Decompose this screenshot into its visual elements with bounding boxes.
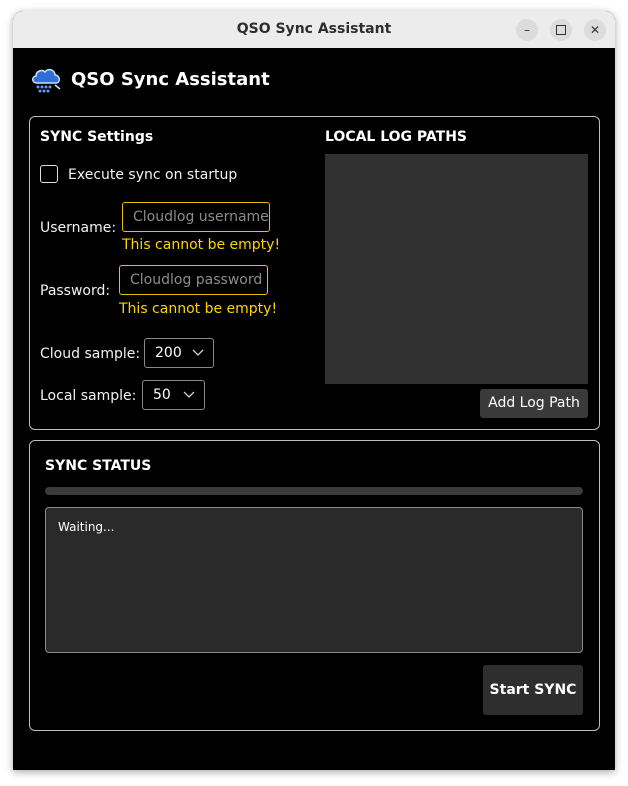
cloud-sync-icon — [32, 68, 61, 93]
username-label: Username: — [40, 220, 117, 236]
cloud-sample-select[interactable]: 200 — [144, 338, 214, 368]
log-paths-list[interactable] — [325, 154, 588, 384]
minimize-icon: – — [524, 23, 530, 37]
sync-status-panel: SYNC STATUS Waiting... Start SYNC — [29, 440, 600, 731]
username-input[interactable]: Cloudlog username — [122, 202, 270, 232]
startup-checkbox-label: Execute sync on startup — [68, 167, 238, 183]
cloud-sample-label: Cloud sample: — [40, 346, 141, 362]
startup-checkbox[interactable] — [40, 165, 58, 183]
sync-status-title: SYNC STATUS — [45, 458, 152, 474]
chevron-down-icon — [192, 349, 204, 356]
close-button[interactable]: ✕ — [584, 19, 606, 41]
local-sample-select[interactable]: 50 — [142, 380, 205, 410]
add-log-path-button[interactable]: Add Log Path — [480, 389, 588, 418]
local-log-paths-title: LOCAL LOG PATHS — [325, 129, 467, 145]
username-error: This cannot be empty! — [122, 237, 281, 253]
chevron-down-icon — [183, 391, 195, 398]
cloud-sample-value: 200 — [155, 345, 182, 361]
settings-panel: SYNC Settings Execute sync on startup Us… — [29, 116, 600, 430]
sync-progress-bar — [45, 487, 583, 495]
close-icon: ✕ — [589, 23, 601, 37]
title-bar: QSO Sync Assistant – ✕ — [13, 11, 615, 48]
app-window: QSO Sync Assistant – ✕ QSO Sync Assistan… — [13, 11, 615, 770]
minimize-button[interactable]: – — [516, 19, 538, 41]
sync-log-box[interactable]: Waiting... — [45, 507, 583, 653]
start-sync-button[interactable]: Start SYNC — [483, 665, 583, 715]
password-label: Password: — [40, 283, 111, 299]
password-error: This cannot be empty! — [119, 301, 278, 317]
password-input[interactable]: Cloudlog password — [119, 265, 268, 295]
local-sample-label: Local sample: — [40, 388, 137, 404]
sync-log-text: Waiting... — [58, 520, 115, 534]
sync-settings-title: SYNC Settings — [40, 129, 154, 145]
maximize-button[interactable] — [550, 19, 572, 41]
app-title: QSO Sync Assistant — [71, 69, 270, 90]
maximize-icon — [556, 25, 566, 35]
local-sample-value: 50 — [153, 387, 171, 403]
